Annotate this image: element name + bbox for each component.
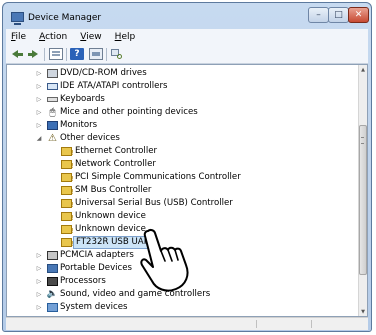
pcmcia-icon [47, 251, 58, 260]
mouse-icon: 🖱 [49, 106, 56, 118]
vertical-scrollbar[interactable]: ▲ ▼ [358, 65, 367, 316]
collapse-arrow-icon[interactable]: ◢ [35, 132, 43, 145]
show-hidden-icon[interactable] [89, 48, 103, 60]
expand-arrow-icon[interactable]: ▷ [35, 106, 43, 119]
tree-node-label: SM Bus Controller [75, 185, 152, 195]
menu-bar: File Action View Help [6, 29, 368, 45]
expand-arrow-icon[interactable]: ▷ [35, 93, 43, 106]
tree-node-label: DVD/CD-ROM drives [60, 68, 147, 78]
unknown-device-warning-icon: ! [61, 173, 74, 183]
tree-node-label: Ethernet Controller [75, 146, 158, 156]
toolbar-separator [44, 48, 45, 61]
toolbar-separator [106, 48, 107, 61]
toolbar: ? [6, 45, 368, 64]
tree-node-label: IDE ATA/ATAPI controllers [60, 81, 168, 91]
ide-controller-icon [47, 83, 58, 90]
device-manager-icon [11, 12, 24, 25]
menu-file[interactable]: File [11, 32, 26, 42]
expand-arrow-icon[interactable]: ▷ [35, 301, 43, 314]
maximize-icon: □ [334, 10, 343, 20]
unknown-device-warning-icon: ! [61, 160, 74, 170]
maximize-button[interactable]: □ [328, 7, 349, 23]
minimize-icon: – [316, 10, 321, 20]
menu-action[interactable]: Action [39, 32, 67, 42]
keyboard-icon [47, 97, 58, 102]
menu-view[interactable]: View [80, 32, 101, 42]
expand-arrow-icon[interactable]: ▷ [35, 275, 43, 288]
hand-pointer-cursor-icon [140, 228, 189, 292]
tree-node-label: Unknown device [75, 211, 146, 221]
system-device-icon [47, 303, 58, 312]
expand-arrow-icon[interactable]: ▷ [35, 288, 43, 301]
status-bar [6, 317, 368, 330]
help-icon[interactable]: ? [70, 48, 84, 60]
tree-node-label: Mice and other pointing devices [60, 107, 198, 117]
tree-node-ide-ata-atapi-controllers[interactable]: ▷ IDE ATA/ATAPI controllers [7, 80, 359, 93]
tree-node-system-devices[interactable]: ▷ System devices [7, 301, 359, 314]
scroll-down-arrow-icon[interactable]: ▼ [359, 307, 367, 316]
minimize-button[interactable]: – [308, 7, 329, 23]
status-segment [256, 320, 312, 328]
expand-arrow-icon[interactable]: ▷ [35, 67, 43, 80]
tree-node-label: System devices [60, 302, 128, 312]
tree-node-keyboards[interactable]: ▷ Keyboards [7, 93, 359, 106]
tree-node-label: Network Controller [75, 159, 156, 169]
scrollbar-grip-icon [361, 137, 364, 144]
close-button[interactable]: ✕ [348, 7, 369, 23]
tree-node-network-controller[interactable]: ! Network Controller [7, 158, 359, 171]
tree-node-label: Portable Devices [60, 263, 133, 273]
tree-node-label: Processors [60, 276, 106, 286]
tree-node-usb-controller[interactable]: ! Universal Serial Bus (USB) Controller [7, 197, 359, 210]
unknown-device-warning-icon: ! [61, 147, 74, 157]
toolbar-separator [66, 48, 67, 61]
unknown-device-warning-icon: ! [61, 212, 74, 222]
tree-node-unknown-device[interactable]: ! Unknown device [7, 210, 359, 223]
expand-arrow-icon[interactable]: ▷ [35, 119, 43, 132]
monitor-icon [47, 121, 58, 130]
other-devices-icon: ⚠ [48, 132, 57, 144]
scrollbar-thumb[interactable] [359, 125, 367, 275]
close-icon: ✕ [354, 10, 363, 20]
unknown-device-warning-icon: ! [61, 225, 74, 235]
window-title: Device Manager [28, 13, 102, 23]
expand-arrow-icon[interactable]: ▷ [35, 249, 43, 262]
status-segment [6, 320, 257, 328]
tree-node-label: PCMCIA adapters [60, 250, 134, 260]
processor-icon [47, 277, 58, 286]
tree-node-monitors[interactable]: ▷ Monitors [7, 119, 359, 132]
back-arrow-icon[interactable] [11, 48, 25, 60]
scroll-up-arrow-icon[interactable]: ▲ [359, 65, 367, 74]
unknown-device-warning-icon: ! [61, 199, 74, 209]
expand-arrow-icon[interactable]: ▷ [35, 80, 43, 93]
tree-node-sm-bus-controller[interactable]: ! SM Bus Controller [7, 184, 359, 197]
tree-node-label: Universal Serial Bus (USB) Controller [75, 198, 233, 208]
unknown-device-warning-icon: ! [61, 186, 74, 196]
speaker-icon: 🔈 [46, 289, 59, 299]
unknown-device-warning-icon: ! [61, 238, 74, 248]
forward-arrow-icon[interactable] [27, 48, 41, 60]
tree-node-dvd-cdrom-drives[interactable]: ▷ DVD/CD-ROM drives [7, 67, 359, 80]
tree-node-other-devices[interactable]: ◢ ⚠ Other devices [7, 132, 359, 145]
tree-node-label: Monitors [60, 120, 98, 130]
tree-node-pci-simple-comms-controller[interactable]: ! PCI Simple Communications Controller [7, 171, 359, 184]
title-bar[interactable]: Device Manager – □ ✕ [3, 3, 371, 29]
expand-arrow-icon[interactable]: ▷ [35, 262, 43, 275]
tree-node-label: PCI Simple Communications Controller [75, 172, 241, 182]
portable-device-icon [47, 264, 58, 273]
tree-node-label: Other devices [60, 133, 120, 143]
dvd-drive-icon [47, 69, 58, 78]
properties-icon[interactable] [49, 48, 63, 60]
menu-help[interactable]: Help [115, 32, 136, 42]
scan-hardware-icon[interactable] [110, 48, 124, 60]
tree-node-ethernet-controller[interactable]: ! Ethernet Controller [7, 145, 359, 158]
tree-node-label: Keyboards [60, 94, 105, 104]
tree-node-mice[interactable]: ▷ 🖱 Mice and other pointing devices [7, 106, 359, 119]
